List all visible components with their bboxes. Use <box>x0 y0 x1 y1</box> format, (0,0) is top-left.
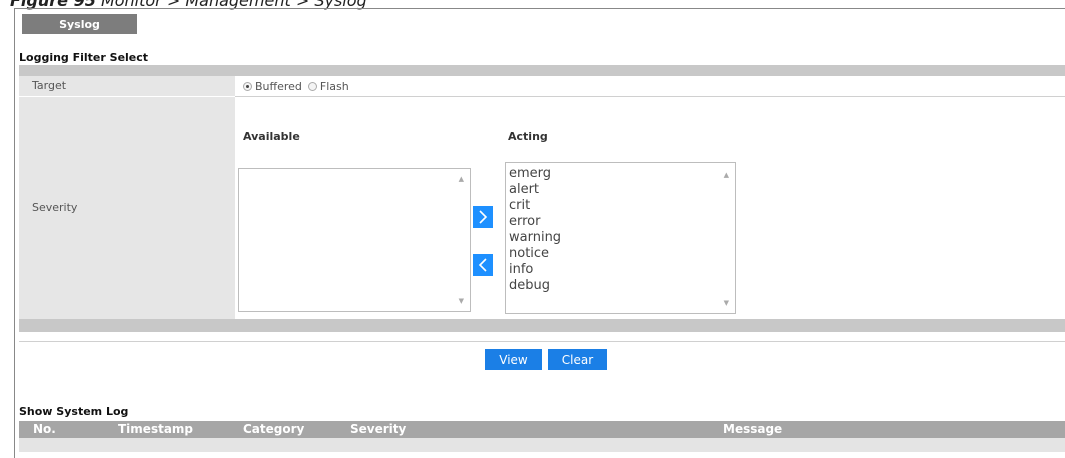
acting-option[interactable]: notice <box>506 246 735 262</box>
log-table-header: No. Timestamp Category Severity Message <box>19 421 1065 438</box>
acting-option[interactable]: crit <box>506 198 735 214</box>
target-flash-radio[interactable] <box>307 82 317 91</box>
available-listbox[interactable]: ▲ ▼ <box>238 168 471 312</box>
system-log-title: Show System Log <box>19 405 129 418</box>
section-header-bar <box>19 65 1065 76</box>
col-no: No. <box>33 422 56 436</box>
tab-syslog[interactable]: Syslog <box>22 14 137 34</box>
col-severity: Severity <box>350 422 407 436</box>
scroll-down-icon[interactable]: ▼ <box>724 299 729 307</box>
acting-option[interactable]: error <box>506 214 735 230</box>
section-footer-bar <box>19 319 1065 332</box>
move-left-button[interactable] <box>473 254 493 276</box>
clear-button[interactable]: Clear <box>548 349 607 370</box>
separator-line <box>19 341 1065 342</box>
target-buffered-label: Buffered <box>255 80 302 93</box>
acting-option[interactable]: emerg <box>506 166 735 182</box>
move-right-button[interactable] <box>473 206 493 228</box>
severity-label: Severity <box>19 97 235 319</box>
scroll-down-icon[interactable]: ▼ <box>459 297 464 305</box>
acting-option[interactable]: warning <box>506 230 735 246</box>
scroll-up-icon[interactable]: ▲ <box>724 171 729 179</box>
scroll-up-icon[interactable]: ▲ <box>459 175 464 183</box>
target-buffered-radio[interactable] <box>243 82 252 91</box>
col-timestamp: Timestamp <box>118 422 194 436</box>
chevron-left-icon <box>478 258 487 272</box>
acting-title: Acting <box>508 130 548 143</box>
available-title: Available <box>243 130 300 143</box>
logging-filter-title: Logging Filter Select <box>19 51 149 64</box>
chevron-right-icon <box>479 210 488 224</box>
view-button[interactable]: View <box>485 349 542 370</box>
row-divider <box>235 96 1065 97</box>
acting-option[interactable]: debug <box>506 278 735 294</box>
col-category: Category <box>243 422 305 436</box>
target-label: Target <box>19 76 235 96</box>
col-message: Message <box>723 422 783 436</box>
acting-listbox[interactable]: emerg alert crit error warning notice in… <box>505 162 736 314</box>
target-flash-label: Flash <box>319 80 349 93</box>
log-empty-row <box>19 438 1065 452</box>
target-radio-group: Buffered Flash <box>243 80 349 93</box>
acting-option[interactable]: info <box>506 262 735 278</box>
acting-option[interactable]: alert <box>506 182 735 198</box>
